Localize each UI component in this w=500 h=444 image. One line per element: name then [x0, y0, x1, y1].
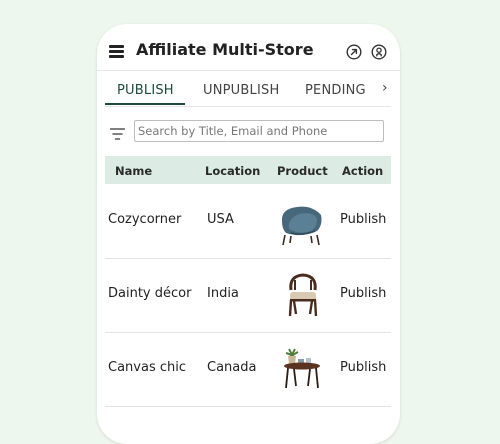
column-header-name: Name [115, 164, 153, 178]
store-name: Dainty décor [108, 286, 192, 301]
table-header: Name Location Product Action [105, 156, 391, 184]
phone-frame: Affiliate Multi-Store PUBLISH UNPUBLISH … [97, 24, 400, 444]
table-row: Canvas chic Canada Publish [105, 332, 391, 407]
status-tabs: PUBLISH UNPUBLISH PENDING › [105, 70, 391, 107]
publish-action[interactable]: Publish [340, 286, 386, 301]
store-name: Canvas chic [108, 360, 186, 375]
store-location: USA [207, 212, 234, 227]
column-header-product: Product [277, 164, 328, 178]
product-image-wooden-chair [279, 270, 327, 318]
column-header-action: Action [342, 164, 384, 178]
product-image-side-table [280, 346, 328, 394]
store-location: Canada [207, 360, 257, 375]
user-circle-icon[interactable] [371, 44, 387, 60]
active-tab-indicator [105, 103, 185, 105]
hamburger-menu-icon[interactable] [109, 45, 124, 58]
store-location: India [207, 286, 239, 301]
product-image-armchair [277, 201, 325, 249]
column-header-location: Location [205, 164, 261, 178]
tab-unpublish[interactable]: UNPUBLISH [203, 83, 279, 98]
publish-action[interactable]: Publish [340, 212, 386, 227]
store-name: Cozycorner [108, 212, 182, 227]
tab-pending[interactable]: PENDING [305, 83, 366, 98]
publish-action[interactable]: Publish [340, 360, 386, 375]
app-title: Affiliate Multi-Store [136, 40, 314, 59]
table-row: Dainty décor India Publish [105, 258, 391, 333]
filter-icon[interactable] [109, 125, 126, 140]
arrow-up-right-circle-icon[interactable] [346, 44, 362, 60]
search-input[interactable] [134, 120, 384, 142]
tab-publish[interactable]: PUBLISH [117, 83, 174, 98]
app-header: Affiliate Multi-Store [97, 24, 400, 71]
chevron-right-icon[interactable]: › [382, 80, 388, 96]
table-row: Cozycorner USA Publish [105, 184, 391, 259]
